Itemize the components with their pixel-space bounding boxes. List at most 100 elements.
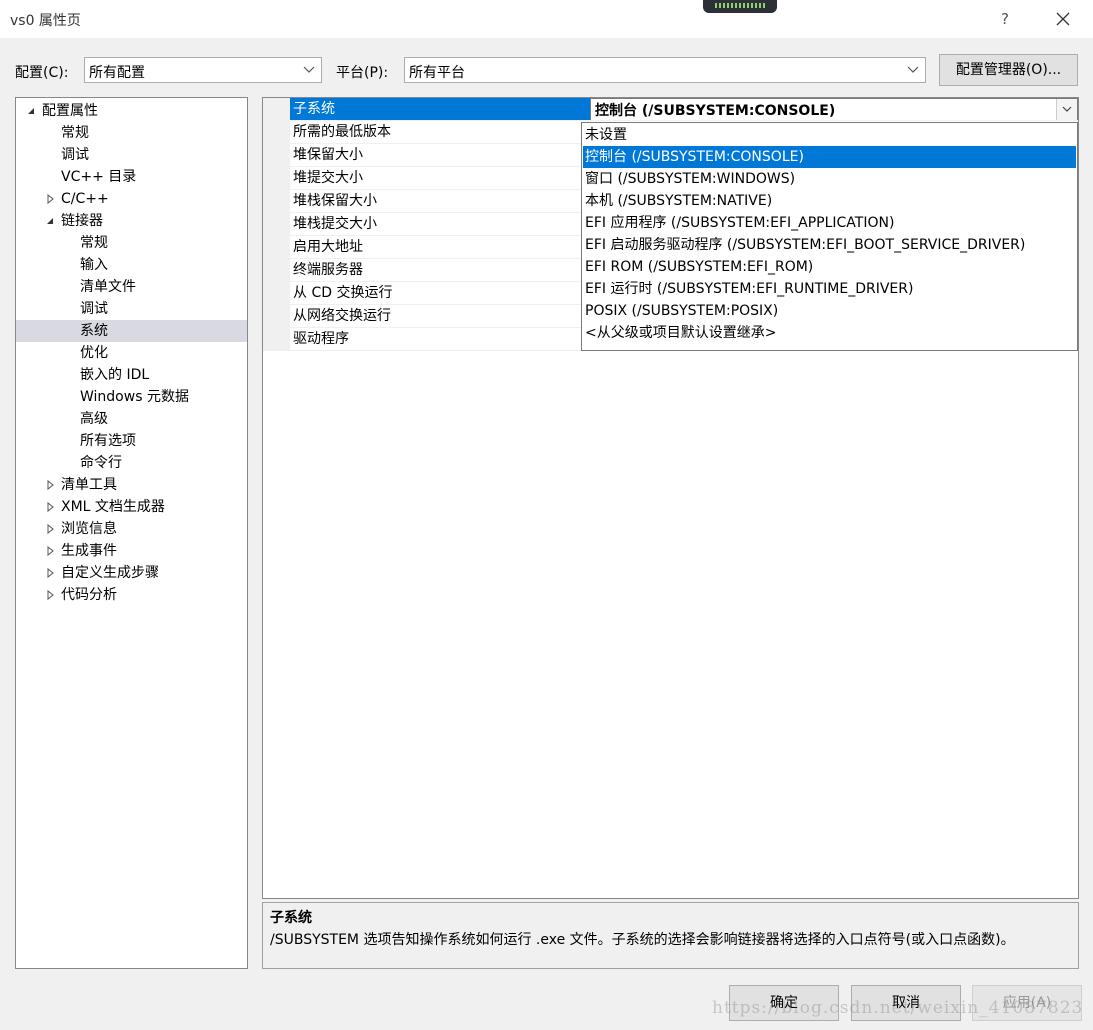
tree-item-label: 代码分析 [61,587,117,603]
description-text: /SUBSYSTEM 选项告知操作系统如何运行 .exe 文件。子系统的选择会影… [270,932,1015,948]
dropdown-option[interactable]: 本机 (/SUBSYSTEM:NATIVE) [583,190,1076,212]
tree-item[interactable]: 优化 [16,342,247,364]
platform-select[interactable]: 所有平台 [404,57,926,83]
collapsed-triangle-icon[interactable] [45,194,55,204]
tree-item-label: 所有选项 [80,433,136,449]
property-name: 堆保留大小 [293,147,363,163]
tree-item-label: 命令行 [80,455,122,471]
close-icon [1056,12,1070,26]
tree-item-label: XML 文档生成器 [61,499,165,515]
description-panel: 子系统 /SUBSYSTEM 选项告知操作系统如何运行 .exe 文件。子系统的… [262,902,1079,969]
collapsed-triangle-icon[interactable] [45,546,55,556]
close-button[interactable] [1046,4,1080,34]
tree-item[interactable]: 命令行 [16,452,247,474]
tree-item-label: 链接器 [61,213,103,229]
config-select-value: 所有配置 [89,65,145,81]
platform-label: 平台(P): [336,65,389,81]
config-manager-button[interactable]: 配置管理器(O)... [939,54,1078,86]
tree-item-label: 输入 [80,257,108,273]
tree-item[interactable]: 输入 [16,254,247,276]
tree-item-label: VC++ 目录 [61,169,137,185]
tree-item-label: C/C++ [61,191,109,207]
tree-item[interactable]: C/C++ [16,188,247,210]
tree-item-label: 嵌入的 IDL [80,367,150,383]
subsystem-dropdown-list[interactable]: 未设置 控制台 (/SUBSYSTEM:CONSOLE) 窗口 (/SUBSYSTE… [581,122,1078,351]
platform-select-value: 所有平台 [409,65,465,81]
collapsed-triangle-icon[interactable] [45,590,55,600]
tree-item-label: 调试 [61,147,89,163]
watermark: https://blog.csdn.net/weixin_41087823 [712,998,1084,1018]
tree-item[interactable]: 代码分析 [16,584,247,606]
tree-item[interactable]: 生成事件 [16,540,247,562]
tree-item-label: 调试 [80,301,108,317]
property-name: 驱动程序 [293,331,349,347]
collapsed-triangle-icon[interactable] [45,568,55,578]
tree-item-label: 高级 [80,411,108,427]
window-title: vs0 属性页 [10,13,81,29]
dropdown-option[interactable]: POSIX (/SUBSYSTEM:POSIX) [583,300,1076,322]
dropdown-option[interactable]: <从父级或项目默认设置继承> [583,322,1076,344]
property-tree[interactable]: 配置属性 常规 调试 VC++ 目录 C/C++ 链接器 常规 输入 清单文件 调试 系统 优化 嵌入的… [15,97,248,969]
tree-item-label: 浏览信息 [61,521,117,537]
tree-item[interactable]: 链接器 [16,210,247,232]
tree-item-label: 优化 [80,345,108,361]
tree-item-label: 常规 [61,125,89,141]
dropdown-option[interactable]: 未设置 [583,124,1076,146]
chevron-down-icon [907,66,919,73]
tree-item[interactable]: 调试 [16,144,247,166]
expanded-triangle-icon[interactable] [45,216,55,226]
dropdown-option[interactable]: EFI 运行时 (/SUBSYSTEM:EFI_RUNTIME_DRIVER) [583,278,1076,300]
config-label: 配置(C): [15,65,69,81]
dropdown-option[interactable]: EFI ROM (/SUBSYSTEM:EFI_ROM) [583,256,1076,278]
dropdown-button[interactable] [1056,99,1077,120]
property-name: 堆提交大小 [293,170,363,186]
collapsed-triangle-icon[interactable] [45,480,55,490]
property-name: 堆栈提交大小 [293,216,377,232]
tree-item[interactable]: 浏览信息 [16,518,247,540]
tree-item[interactable]: 嵌入的 IDL [16,364,247,386]
tree-item[interactable]: 高级 [16,408,247,430]
tree-item-label: 配置属性 [42,103,98,119]
help-button[interactable]: ? [990,4,1020,34]
tree-item[interactable]: 常规 [16,122,247,144]
tree-item-label: 生成事件 [61,543,117,559]
tree-item[interactable]: 常规 [16,232,247,254]
tree-item[interactable]: 调试 [16,298,247,320]
tree-item-label: 清单工具 [61,477,117,493]
property-name: 所需的最低版本 [293,124,391,140]
dropdown-option[interactable]: 窗口 (/SUBSYSTEM:WINDOWS) [583,168,1076,190]
tree-item[interactable]: 清单文件 [16,276,247,298]
property-name: 子系统 [293,101,335,117]
property-name: 堆栈保留大小 [293,193,377,209]
tree-item[interactable]: 系统 [16,320,247,342]
collapsed-triangle-icon[interactable] [45,524,55,534]
property-name: 从 CD 交换运行 [293,285,393,301]
tree-item[interactable]: 配置属性 [16,100,247,122]
tree-item-label: 自定义生成步骤 [61,565,159,581]
tree-item[interactable]: XML 文档生成器 [16,496,247,518]
tree-item-label: Windows 元数据 [80,389,189,405]
property-name: 从网络交换运行 [293,308,391,324]
tree-item-label: 系统 [80,323,108,339]
tree-item-label: 清单文件 [80,279,136,295]
collapsed-triangle-icon[interactable] [45,502,55,512]
description-title: 子系统 [270,910,312,926]
config-select[interactable]: 所有配置 [84,57,322,83]
tree-item[interactable]: 自定义生成步骤 [16,562,247,584]
expanded-triangle-icon[interactable] [26,106,36,116]
dropdown-option[interactable]: EFI 应用程序 (/SUBSYSTEM:EFI_APPLICATION) [583,212,1076,234]
title-bar: vs0 属性页 ? [0,0,1093,38]
dropdown-option[interactable]: EFI 启动服务驱动程序 (/SUBSYSTEM:EFI_BOOT_SERVIC… [583,234,1076,256]
property-name: 启用大地址 [293,239,363,255]
subsystem-value-combo[interactable]: 控制台 (/SUBSYSTEM:CONSOLE) [590,98,1078,121]
tree-item[interactable]: 清单工具 [16,474,247,496]
dropdown-option[interactable]: 控制台 (/SUBSYSTEM:CONSOLE) [583,146,1076,168]
tree-item[interactable]: VC++ 目录 [16,166,247,188]
chevron-down-icon [1062,106,1072,112]
property-row[interactable]: 控制台 (/SUBSYSTEM:CONSOLE) 子系统 [263,98,1078,121]
tree-item[interactable]: 所有选项 [16,430,247,452]
property-name: 终端服务器 [293,262,363,278]
tree-item[interactable]: Windows 元数据 [16,386,247,408]
tree-item-label: 常规 [80,235,108,251]
subsystem-value: 控制台 (/SUBSYSTEM:CONSOLE) [595,103,836,119]
